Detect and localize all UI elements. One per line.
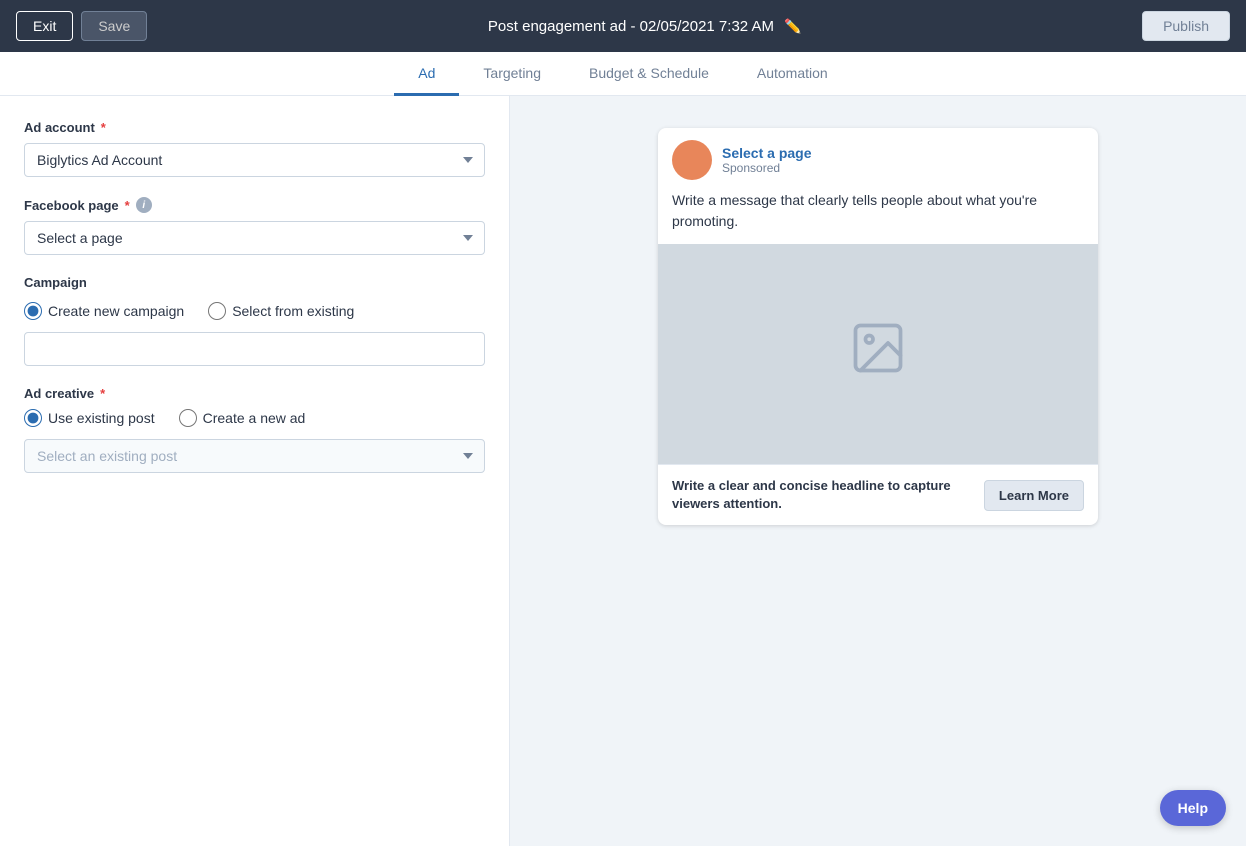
tab-automation[interactable]: Automation: [733, 53, 852, 96]
ad-page-info: Select a page Sponsored: [722, 145, 812, 175]
campaign-label: Campaign: [24, 275, 485, 290]
facebook-page-group: Facebook page * i Select a page: [24, 197, 485, 255]
ad-account-label: Ad account *: [24, 120, 485, 135]
tab-budget-schedule[interactable]: Budget & Schedule: [565, 53, 733, 96]
facebook-page-label: Facebook page * i: [24, 197, 485, 213]
avatar: [672, 140, 712, 180]
use-existing-post-radio[interactable]: [24, 409, 42, 427]
header: Exit Save Post engagement ad - 02/05/202…: [0, 0, 1246, 52]
ad-image-placeholder: [658, 244, 1098, 464]
right-panel: Select a page Sponsored Write a message …: [510, 96, 1246, 846]
ad-creative-group: Ad creative * Use existing post Create a…: [24, 386, 485, 473]
tab-targeting[interactable]: Targeting: [459, 53, 565, 96]
ad-headline: Write a clear and concise headline to ca…: [672, 477, 984, 513]
ad-body-text: Write a message that clearly tells peopl…: [658, 190, 1098, 244]
info-icon[interactable]: i: [136, 197, 152, 213]
learn-more-button[interactable]: Learn More: [984, 480, 1084, 511]
create-new-ad-radio[interactable]: [179, 409, 197, 427]
ad-preview-header: Select a page Sponsored: [658, 128, 1098, 190]
existing-post-select[interactable]: Select an existing post: [24, 439, 485, 473]
create-new-ad-option[interactable]: Create a new ad: [179, 409, 306, 427]
help-button[interactable]: Help: [1160, 790, 1226, 826]
campaign-select-existing-label: Select from existing: [232, 303, 354, 319]
ad-sponsored-label: Sponsored: [722, 161, 812, 175]
create-new-ad-label: Create a new ad: [203, 410, 306, 426]
ad-account-group: Ad account * Biglytics Ad Account: [24, 120, 485, 177]
existing-post-select-wrapper: Select an existing post: [24, 439, 485, 473]
use-existing-post-option[interactable]: Use existing post: [24, 409, 155, 427]
save-button[interactable]: Save: [81, 11, 147, 41]
ad-account-select[interactable]: Biglytics Ad Account: [24, 143, 485, 177]
page-title: Post engagement ad - 02/05/2021 7:32 AM: [488, 18, 774, 35]
exit-button[interactable]: Exit: [16, 11, 73, 41]
left-panel: Ad account * Biglytics Ad Account Facebo…: [0, 96, 510, 846]
campaign-radio-group: Create new campaign Select from existing: [24, 302, 485, 320]
header-left: Exit Save: [16, 11, 147, 41]
campaign-select-existing-option[interactable]: Select from existing: [208, 302, 354, 320]
tab-ad[interactable]: Ad: [394, 53, 459, 96]
required-marker-page: *: [125, 198, 130, 213]
ad-creative-radio-group: Use existing post Create a new ad: [24, 409, 485, 427]
campaign-create-new-radio[interactable]: [24, 302, 42, 320]
image-icon: [848, 318, 908, 390]
header-right: Publish: [1142, 11, 1230, 41]
facebook-page-select[interactable]: Select a page: [24, 221, 485, 255]
facebook-page-select-wrapper: Select a page: [24, 221, 485, 255]
ad-account-select-wrapper: Biglytics Ad Account: [24, 143, 485, 177]
main-container: Ad account * Biglytics Ad Account Facebo…: [0, 96, 1246, 846]
required-marker: *: [101, 120, 106, 135]
campaign-create-new-label: Create new campaign: [48, 303, 184, 319]
campaign-group: Campaign Create new campaign Select from…: [24, 275, 485, 366]
ad-preview-card: Select a page Sponsored Write a message …: [658, 128, 1098, 525]
edit-icon[interactable]: ✏️: [784, 18, 801, 35]
campaign-name-input[interactable]: Post engagement ad - 02/05/2021 7:32 AM: [24, 332, 485, 366]
header-center: Post engagement ad - 02/05/2021 7:32 AM …: [488, 18, 801, 35]
ad-cta-bar: Write a clear and concise headline to ca…: [658, 464, 1098, 525]
use-existing-post-label: Use existing post: [48, 410, 155, 426]
campaign-create-new-option[interactable]: Create new campaign: [24, 302, 184, 320]
required-marker-creative: *: [100, 386, 105, 401]
campaign-select-existing-radio[interactable]: [208, 302, 226, 320]
ad-page-name[interactable]: Select a page: [722, 145, 812, 161]
publish-button[interactable]: Publish: [1142, 11, 1230, 41]
nav-tabs: Ad Targeting Budget & Schedule Automatio…: [0, 52, 1246, 96]
ad-creative-label: Ad creative *: [24, 386, 485, 401]
